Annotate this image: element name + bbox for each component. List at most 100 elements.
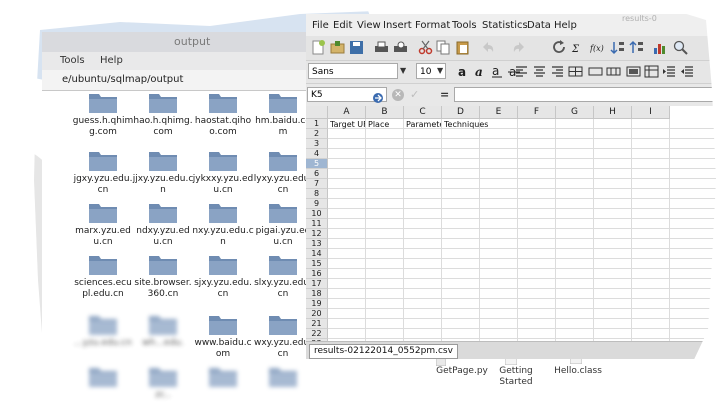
folder-item[interactable]: www.baidu.com xyxy=(192,312,254,368)
row-header[interactable]: 12 xyxy=(306,229,328,239)
borders-icon[interactable] xyxy=(606,64,621,79)
cell[interactable]: Techniques xyxy=(444,120,504,130)
zoom-icon[interactable] xyxy=(673,40,688,55)
fill-color-icon[interactable] xyxy=(626,64,641,79)
folder-item[interactable]: jgxy.yzu.edu.cn xyxy=(72,148,134,204)
folder-item[interactable]: site.browser.360.cn xyxy=(132,252,194,308)
chevron-down-icon[interactable]: ▼ xyxy=(400,66,406,75)
menu-view[interactable]: View xyxy=(357,20,381,31)
menu-tools[interactable]: Tools xyxy=(452,20,477,31)
row-header[interactable]: 8 xyxy=(306,189,328,199)
menu-file[interactable]: File xyxy=(312,20,329,31)
folder-item[interactable]: nxy.yzu.edu.cn xyxy=(192,200,254,256)
merge-cells-icon[interactable] xyxy=(568,64,583,79)
redo-icon[interactable] xyxy=(512,40,527,55)
folder-item[interactable]: hm.baidu.com xyxy=(252,90,314,146)
row-header[interactable]: 18 xyxy=(306,289,328,299)
decrease-indent-icon[interactable] xyxy=(680,64,695,79)
row-header[interactable]: 10 xyxy=(306,209,328,219)
menu-statistics[interactable]: Statistics xyxy=(482,20,528,31)
undo-icon[interactable] xyxy=(480,40,495,55)
row-header[interactable]: 4 xyxy=(306,149,328,159)
column-header[interactable]: G xyxy=(556,106,594,119)
folder-item[interactable] xyxy=(192,364,254,412)
row-header[interactable]: 19 xyxy=(306,299,328,309)
column-header[interactable]: A xyxy=(328,106,366,119)
cancel-icon[interactable]: ✕ xyxy=(392,89,404,101)
sum-icon[interactable]: Σ xyxy=(571,40,586,55)
sort-ascending-icon[interactable] xyxy=(610,40,625,55)
row-header[interactable]: 1 xyxy=(306,119,328,129)
underline-icon[interactable]: a xyxy=(490,64,505,79)
print-preview-icon[interactable] xyxy=(393,40,408,55)
row-header[interactable]: 5 xyxy=(306,159,328,169)
folder-item[interactable]: marx.yzu.edu.cn xyxy=(72,200,134,256)
open-icon[interactable] xyxy=(330,40,345,55)
location-bar[interactable]: e/ubuntu/sqlmap/output xyxy=(42,70,342,91)
menu-help[interactable]: Help xyxy=(554,20,577,31)
folder-item[interactable]: ...yzu.edu.cn xyxy=(72,312,134,368)
desktop-item-getpage[interactable]: GetPage.py xyxy=(432,366,492,377)
folder-item[interactable]: haostat.qihoo.com xyxy=(192,90,254,146)
paste-icon[interactable] xyxy=(455,40,470,55)
column-header[interactable]: I xyxy=(632,106,670,119)
menu-data[interactable]: Data xyxy=(527,20,551,31)
row-header[interactable]: 2 xyxy=(306,129,328,139)
chevron-down-icon[interactable]: ▼ xyxy=(437,66,443,75)
cut-icon[interactable] xyxy=(418,40,433,55)
accept-icon[interactable]: ✓ xyxy=(410,88,419,101)
row-header[interactable]: 21 xyxy=(306,319,328,329)
folder-item[interactable]: ndxy.yzu.edu.cn xyxy=(132,200,194,256)
cell[interactable]: Target UF xyxy=(330,120,365,130)
row-header[interactable]: 9 xyxy=(306,199,328,209)
save-icon[interactable] xyxy=(349,40,364,55)
column-header[interactable]: B xyxy=(366,106,404,119)
folder-item[interactable]: pigai.yzu.edu.cn xyxy=(252,200,314,256)
folder-item[interactable]: slxy.yzu.edu.cn xyxy=(252,252,314,308)
cell[interactable]: Paramete xyxy=(406,120,441,130)
row-header[interactable]: 20 xyxy=(306,309,328,319)
font-name-select[interactable]: Sans xyxy=(308,63,398,79)
align-right-icon[interactable] xyxy=(550,64,565,79)
row-header[interactable]: 7 xyxy=(306,179,328,189)
row-header[interactable]: 16 xyxy=(306,269,328,279)
chart-icon[interactable] xyxy=(652,40,667,55)
column-header[interactable]: D xyxy=(442,106,480,119)
row-header[interactable]: 13 xyxy=(306,239,328,249)
folder-item[interactable]: jykxxy.yzu.edu.cn xyxy=(192,148,254,204)
row-header[interactable]: 14 xyxy=(306,249,328,259)
select-all-corner[interactable] xyxy=(306,106,328,119)
column-header[interactable]: H xyxy=(594,106,632,119)
folder-item[interactable]: wh...edu. xyxy=(132,312,194,368)
new-document-icon[interactable] xyxy=(311,40,326,55)
cell[interactable]: Place xyxy=(368,120,403,130)
sheet-tab[interactable]: results-02122014_0552pm.csv xyxy=(309,344,458,359)
italic-icon[interactable]: a xyxy=(473,64,488,79)
sort-descending-icon[interactable] xyxy=(629,40,644,55)
folder-item[interactable]: hao.h.qhimg.com xyxy=(132,90,194,146)
folder-item[interactable]: sciences.ecupl.edu.cn xyxy=(72,252,134,308)
row-header[interactable]: 22 xyxy=(306,329,328,339)
align-center-icon[interactable] xyxy=(532,64,547,79)
row-header[interactable]: 6 xyxy=(306,169,328,179)
print-icon[interactable] xyxy=(374,40,389,55)
row-header[interactable]: 3 xyxy=(306,139,328,149)
row-header[interactable]: 17 xyxy=(306,279,328,289)
menu-help[interactable]: Help xyxy=(100,55,123,66)
menu-format[interactable]: Format xyxy=(415,20,450,31)
function-wizard-button[interactable]: = xyxy=(440,88,449,101)
spreadsheet-grid[interactable]: A B C D E F G H I 1 2 3 4 5 6 7 8 9 10 11 12 13 14 15 16 17 18 19 20… xyxy=(306,106,720,349)
navigator-icon[interactable] xyxy=(372,89,384,103)
wrap-text-icon[interactable] xyxy=(588,64,603,79)
menu-tools[interactable]: Tools xyxy=(60,55,85,66)
folder-item[interactable]: zc.. xyxy=(132,364,194,412)
folder-item[interactable]: sjxy.yzu.edu.cn xyxy=(192,252,254,308)
folder-item[interactable]: wxy.yzu.edu.cn xyxy=(252,312,314,368)
column-header[interactable]: F xyxy=(518,106,556,119)
folder-item[interactable]: jjxy.yzu.edu.cn xyxy=(132,148,194,204)
desktop-item-hello-class[interactable]: Hello.class xyxy=(548,366,608,377)
folder-item[interactable] xyxy=(252,364,314,412)
increase-indent-icon[interactable] xyxy=(662,64,677,79)
menu-edit[interactable]: Edit xyxy=(333,20,352,31)
row-header[interactable]: 15 xyxy=(306,259,328,269)
